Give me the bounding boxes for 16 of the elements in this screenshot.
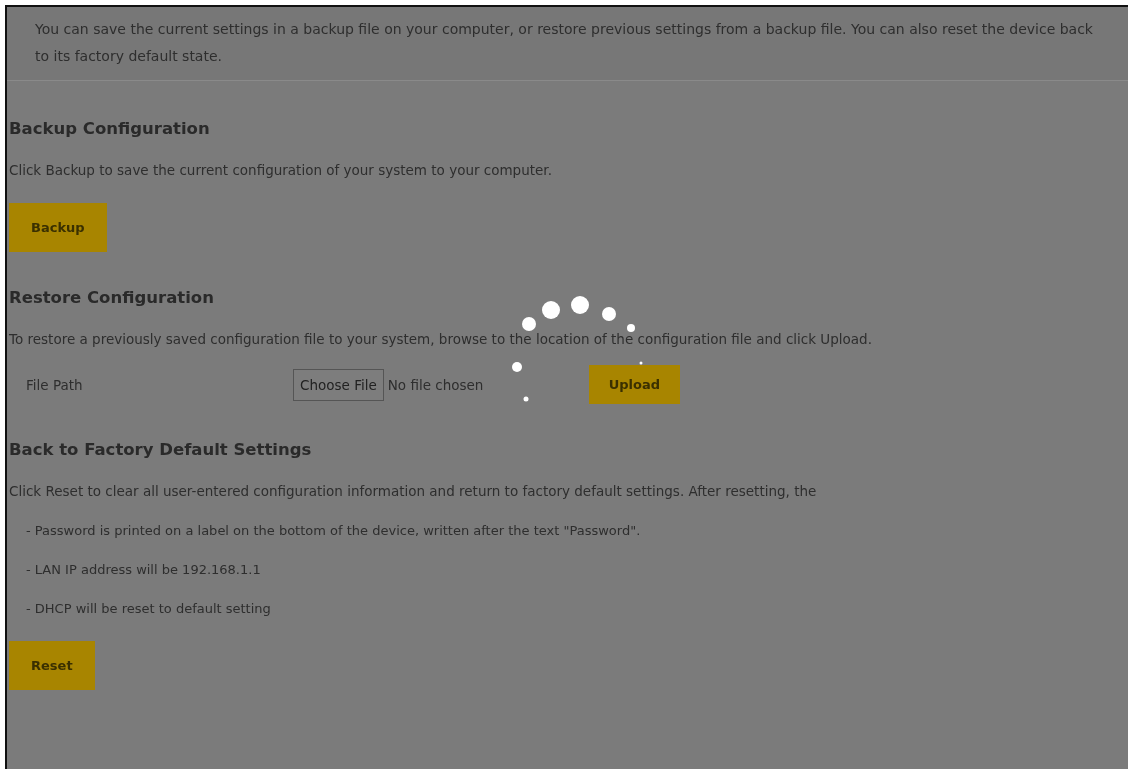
backup-button[interactable]: Backup <box>9 203 107 252</box>
field-label: File Path <box>26 376 84 393</box>
note-text: - LAN IP address will be 192.168.1.1 <box>25 562 262 577</box>
choose-file-button[interactable]: Choose File <box>293 368 384 401</box>
section-heading: Backup Configuration <box>9 119 211 138</box>
file-status: No file chosen <box>387 376 485 393</box>
note-text: - Password is printed on a label on the bottom of the device, written after the text "Password". <box>25 523 642 538</box>
section-description: To restore a previously saved configuration file to your system, browse to the location of the configuration file and click Upload. <box>9 331 873 347</box>
section-description: Click Backup to save the current configuration of your system to your computer. <box>9 162 553 178</box>
section-description: Click Reset to clear all user-entered configuration information and return to factory default settings. After resetting, the <box>9 483 818 499</box>
intro-text: You can save the current settings in a backup file on your computer, or restore previous settings from a backup file. You can also reset the device back to its factory default state. <box>7 7 1128 81</box>
section-heading: Restore Configuration <box>9 288 215 307</box>
section-heading: Back to Factory Default Settings <box>9 440 313 459</box>
reset-button[interactable]: Reset <box>9 641 95 690</box>
upload-button[interactable]: Upload <box>588 365 681 404</box>
note-text: - DHCP will be reset to default setting <box>25 601 272 616</box>
